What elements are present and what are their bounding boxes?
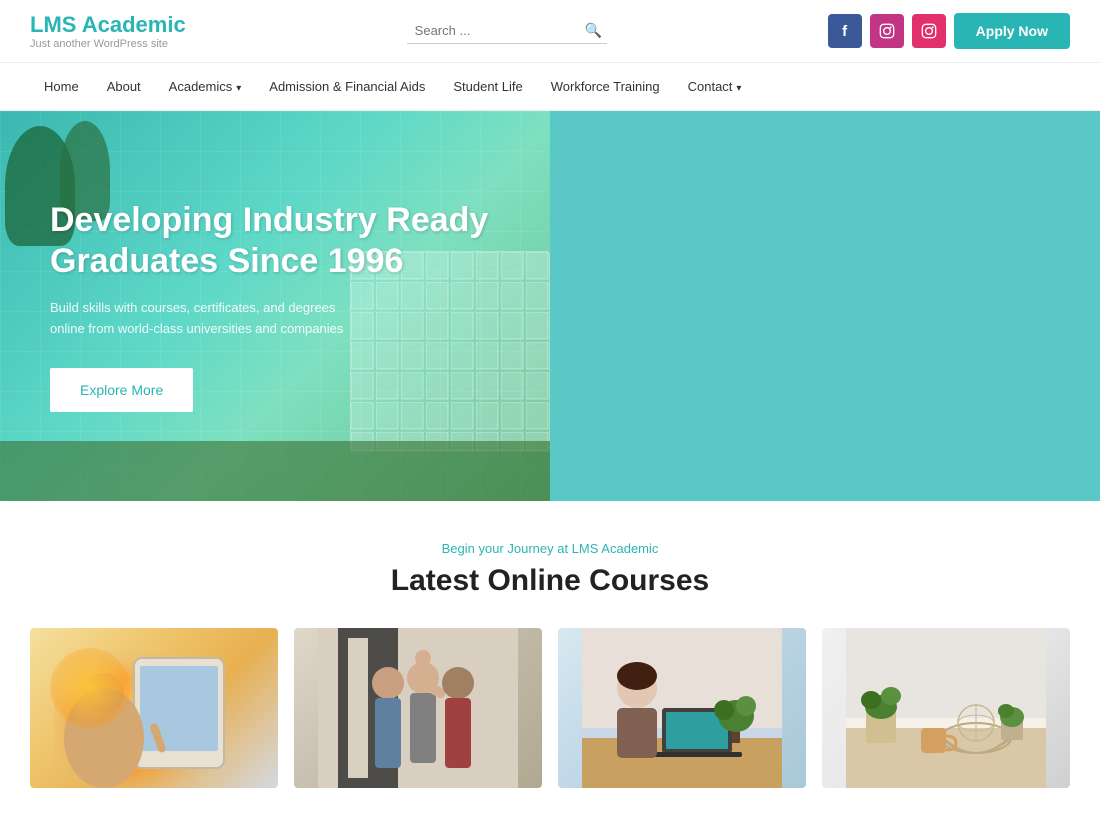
course-image-2 (294, 628, 542, 788)
logo-area: LMS Academic Just another WordPress site (30, 12, 186, 50)
course-image-1 (30, 628, 278, 788)
courses-subtitle: Begin your Journey at LMS Academic (30, 541, 1070, 556)
search-input[interactable] (415, 23, 585, 38)
search-icon: 🔍 (585, 22, 602, 39)
nav-workforce[interactable]: Workforce Training (537, 63, 674, 110)
instagram-icon (879, 23, 895, 39)
hero-content: Developing Industry Ready Graduates Sinc… (0, 111, 605, 501)
hero-title: Developing Industry Ready Graduates Sinc… (50, 200, 555, 282)
header-right: f Apply Now (828, 13, 1070, 49)
instagram2-icon (921, 23, 937, 39)
course-card-1[interactable] (30, 628, 278, 788)
courses-title: Latest Online Courses (30, 564, 1070, 598)
course-img-svg-3 (558, 628, 806, 788)
course-image-3 (558, 628, 806, 788)
explore-button[interactable]: Explore More (50, 368, 193, 412)
courses-section: Begin your Journey at LMS Academic Lates… (0, 501, 1100, 808)
nav-contact[interactable]: Contact (674, 63, 756, 110)
logo-title[interactable]: LMS Academic (30, 12, 186, 38)
course-image-4 (822, 628, 1070, 788)
nav-admission[interactable]: Admission & Financial Aids (255, 63, 439, 110)
course-img-svg-2 (294, 628, 542, 788)
nav-home[interactable]: Home (30, 63, 93, 110)
courses-grid (30, 628, 1070, 788)
instagram1-button[interactable] (870, 14, 904, 48)
course-card-4[interactable] (822, 628, 1070, 788)
search-bar[interactable]: 🔍 (407, 18, 607, 44)
header: LMS Academic Just another WordPress site… (0, 0, 1100, 62)
hero-description: Build skills with courses, certificates,… (50, 298, 370, 340)
nav-student-life[interactable]: Student Life (439, 63, 536, 110)
course-card-3[interactable] (558, 628, 806, 788)
main-nav: Home About Academics Admission & Financi… (0, 62, 1100, 111)
course-card-2[interactable] (294, 628, 542, 788)
hero-section: Developing Industry Ready Graduates Sinc… (0, 111, 1100, 501)
nav-academics[interactable]: Academics (155, 63, 256, 110)
course-img-svg-4 (822, 628, 1070, 788)
facebook-button[interactable]: f (828, 14, 862, 48)
logo-subtitle: Just another WordPress site (30, 38, 186, 50)
apply-now-button[interactable]: Apply Now (954, 13, 1070, 49)
nav-about[interactable]: About (93, 63, 155, 110)
instagram2-button[interactable] (912, 14, 946, 48)
